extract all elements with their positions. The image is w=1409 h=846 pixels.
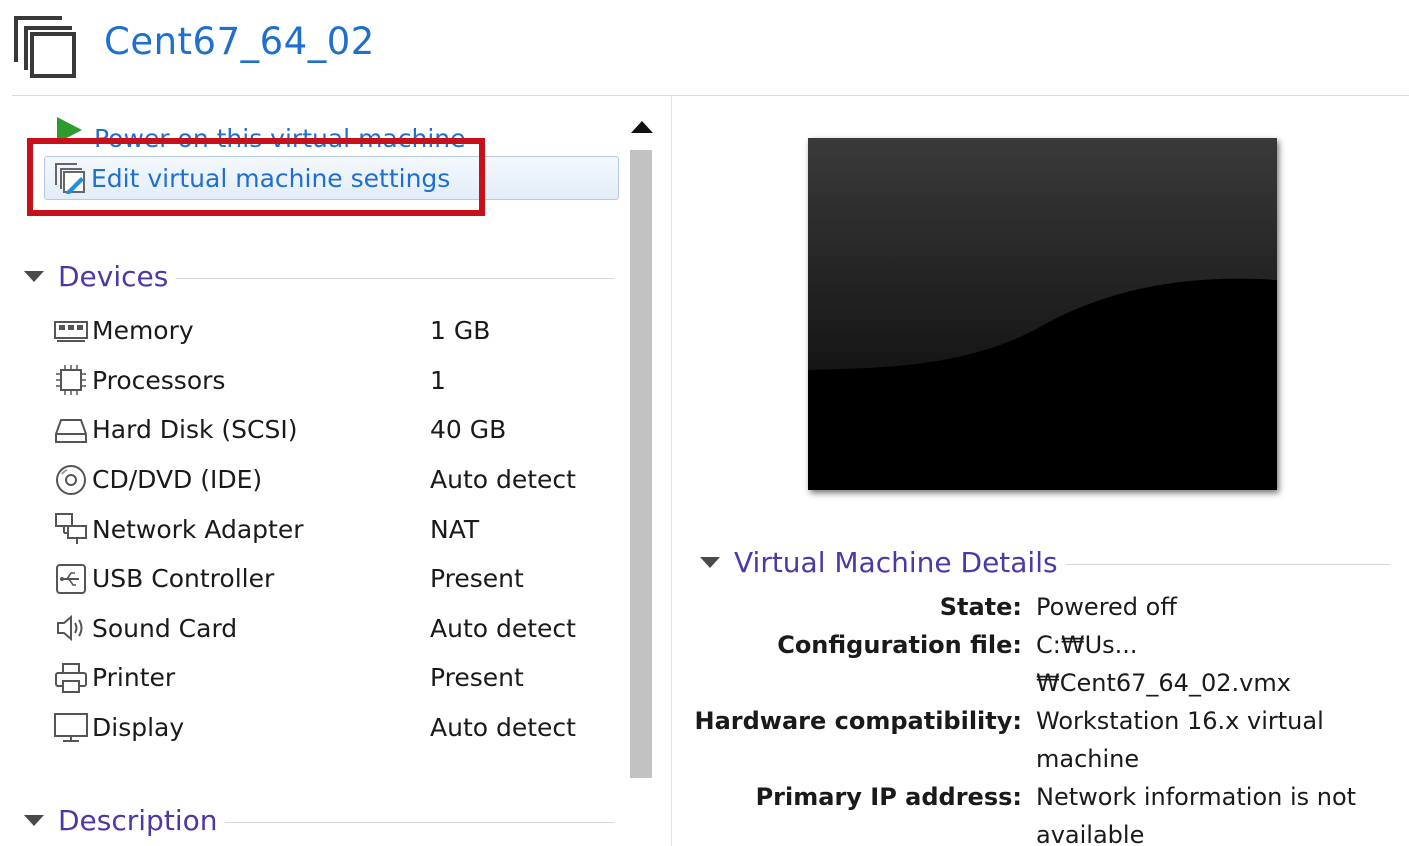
section-divider [225,822,614,823]
edit-settings-icon [55,163,85,194]
left-panel: Power on this virtual machine Edit virtu… [12,96,660,846]
device-name: Sound Card [92,613,238,643]
detail-label: Primary IP address: [755,783,1022,811]
power-on-button[interactable]: Power on this virtual machine [54,112,466,152]
panel-divider [671,96,672,846]
device-name: Printer [92,663,176,693]
cd-dvd-icon [52,461,90,499]
processor-icon [52,361,90,399]
detail-row-config-file: Configuration file: C:₩Us...₩Cent67_64_0… [690,626,1405,702]
description-section-title: Description [58,804,218,837]
details-section-header[interactable]: Virtual Machine Details [700,546,1390,579]
device-value: Present [430,663,524,693]
vm-details: State: Powered off Configuration file: C… [690,588,1405,846]
speaker-icon [52,609,90,647]
device-value: Present [430,564,524,594]
detail-row-hardware-compatibility: Hardware compatibility: Workstation 16.x… [690,702,1405,778]
device-value: NAT [430,514,480,544]
play-icon [57,117,82,143]
detail-value: Powered off [1036,593,1177,621]
vm-screen-thumbnail[interactable] [808,138,1277,490]
device-row-cd-dvd[interactable]: CD/DVD (IDE) Auto detect [52,455,612,505]
printer-icon [52,659,90,697]
edit-settings-button[interactable]: Edit virtual machine settings [44,156,619,200]
memory-icon [52,312,90,350]
device-value: Auto detect [430,713,576,743]
power-on-label: Power on this virtual machine [94,123,466,153]
arrow-up-icon [631,121,653,133]
device-row-hard-disk[interactable]: Hard Disk (SCSI) 40 GB [52,405,612,455]
device-row-sound-card[interactable]: Sound Card Auto detect [52,604,612,654]
vertical-scrollbar[interactable] [628,110,656,790]
usb-icon [52,560,90,598]
device-name: CD/DVD (IDE) [92,465,263,495]
device-row-printer[interactable]: Printer Present [52,653,612,703]
detail-label: State: [939,593,1022,621]
edit-settings-label: Edit virtual machine settings [91,163,451,193]
detail-label: Configuration file: [777,631,1022,659]
device-row-usb-controller[interactable]: USB Controller Present [52,554,612,604]
device-value: Auto detect [430,465,576,495]
device-name: USB Controller [92,564,275,594]
section-divider [176,278,614,279]
devices-list: Memory 1 GB Processors 1 Hard Disk (SCSI… [52,306,612,752]
detail-row-primary-ip: Primary IP address: Network information … [690,778,1405,846]
device-name: Network Adapter [92,514,304,544]
device-row-memory[interactable]: Memory 1 GB [52,306,612,356]
devices-section-header[interactable]: Devices [24,260,614,293]
hard-disk-icon [52,411,90,449]
device-value: Auto detect [430,613,576,643]
detail-value: Network information is not available [1036,783,1357,846]
collapse-caret-icon [24,271,44,282]
device-row-network-adapter[interactable]: Network Adapter NAT [52,504,612,554]
detail-row-state: State: Powered off [690,588,1405,626]
scroll-up-button[interactable] [628,116,656,138]
section-divider [1065,564,1390,565]
collapse-caret-icon [24,815,44,826]
detail-label: Hardware compatibility: [694,707,1022,735]
vm-icon [14,16,76,78]
display-icon [52,709,90,747]
device-row-display[interactable]: Display Auto detect [52,703,612,753]
device-value: 40 GB [430,415,507,445]
vm-title: Cent67_64_02 [104,20,375,63]
device-name: Processors [92,365,226,395]
device-name: Hard Disk (SCSI) [92,415,298,445]
vm-summary-page: Cent67_64_02 Power on this virtual machi… [0,0,1409,846]
description-section-header[interactable]: Description [24,804,614,837]
devices-section-title: Devices [58,260,169,293]
device-name: Display [92,713,185,743]
detail-value: Workstation 16.x virtual machine [1036,707,1324,773]
details-section-title: Virtual Machine Details [734,546,1058,579]
device-value: 1 [430,365,446,395]
device-row-processors[interactable]: Processors 1 [52,356,612,406]
collapse-caret-icon [700,557,720,568]
detail-value: C:₩Us...₩Cent67_64_02.vmx [1036,631,1291,697]
device-value: 1 GB [430,316,491,346]
device-name: Memory [92,316,194,346]
network-adapter-icon [52,510,90,548]
scroll-thumb[interactable] [630,150,652,778]
